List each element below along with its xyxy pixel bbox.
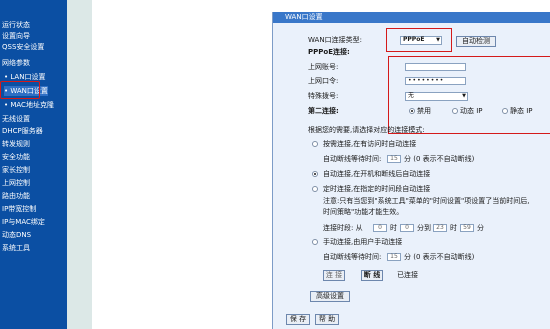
frame-gutter <box>67 0 92 329</box>
sidebar-item-wizard[interactable]: 设置向导 <box>2 31 30 41</box>
manual-connect-radio[interactable] <box>312 239 318 245</box>
second-conn-static-label: 静态 IP <box>510 107 533 115</box>
second-conn-dynamic-label: 动态 IP <box>460 107 483 115</box>
note-line-1: 注意:只有当您到"系统工具"菜单的"时间设置"项设置了当前时间后, <box>323 197 530 205</box>
password-label: 上网口令: <box>308 77 339 85</box>
idle-time-suffix-1: 分 (0 表示不自动断线) <box>404 155 475 163</box>
help-button[interactable]: 帮 助 <box>315 314 339 325</box>
idle-time-input-2[interactable]: 15 <box>387 253 401 261</box>
sidebar: 运行状态 设置向导 QSS安全设置 网络参数 • LAN口设置 • WAN口设置… <box>0 0 67 329</box>
sidebar-item-forwarding[interactable]: 转发规则 <box>2 139 30 149</box>
wan-type-select[interactable]: PPPoE ▼ <box>400 36 442 45</box>
sidebar-item-wireless[interactable]: 无线设置 <box>2 114 30 124</box>
period-from-minute-input[interactable]: 0 <box>400 224 414 232</box>
content-blank-area <box>92 0 272 329</box>
timed-connect-label: 定时连接,在指定的时间段自动连接 <box>323 185 431 193</box>
auto-connect-label: 自动连接,在开机和断线后自动连接 <box>323 170 431 178</box>
wan-type-value: PPPoE <box>403 36 425 43</box>
password-input[interactable]: •••••••• <box>405 77 466 85</box>
sidebar-item-security[interactable]: 安全功能 <box>2 152 30 162</box>
on-demand-radio[interactable] <box>312 141 318 147</box>
disconnect-button[interactable]: 断 线 <box>361 270 383 281</box>
manual-connect-label: 手动连接,由用户手动连接 <box>323 238 403 246</box>
sidebar-item-access-control[interactable]: 上网控制 <box>2 178 30 188</box>
auto-detect-button[interactable]: 自动检测 <box>456 36 496 47</box>
idle-time-input-1[interactable]: 15 <box>387 155 401 163</box>
period-minute-label: 分 <box>477 224 484 232</box>
period-to-label: 分到 <box>417 224 431 232</box>
period-hour-label-1: 时 <box>390 224 397 232</box>
period-from-hour-input[interactable]: 0 <box>373 224 387 232</box>
chevron-down-icon: ▼ <box>436 37 440 43</box>
advanced-settings-button[interactable]: 高级设置 <box>310 291 350 302</box>
idle-time-label-1: 自动断线等待时间: <box>323 155 382 163</box>
idle-time-suffix-2: 分 (0 表示不自动断线) <box>404 253 475 261</box>
panel-title: WAN口设置 <box>273 12 550 23</box>
connection-status: 已连接 <box>397 271 418 279</box>
sidebar-item-dhcp[interactable]: DHCP服务器 <box>2 126 43 136</box>
special-dial-value: 无 <box>408 92 415 99</box>
sidebar-item-status[interactable]: 运行状态 <box>2 20 30 30</box>
idle-time-label-2: 自动断线等待时间: <box>323 253 382 261</box>
sidebar-item-parental[interactable]: 家长控制 <box>2 165 30 175</box>
sidebar-item-network[interactable]: 网络参数 <box>2 58 30 68</box>
wan-settings-panel: WAN口设置 WAN口连接类型: PPPoE ▼ 自动检测 PPPoE连接: 上… <box>272 12 550 329</box>
special-dial-label: 特殊拨号: <box>308 92 339 100</box>
auto-connect-radio[interactable] <box>312 171 318 177</box>
second-conn-label: 第二连接: <box>308 107 339 115</box>
sidebar-item-ip-mac-binding[interactable]: IP与MAC绑定 <box>2 217 45 227</box>
period-hour-label-2: 时 <box>450 224 457 232</box>
period-to-minute-input[interactable]: 59 <box>460 224 474 232</box>
sidebar-item-bandwidth[interactable]: IP带宽控制 <box>2 204 36 214</box>
wan-item-highlight <box>0 81 40 99</box>
second-conn-disable-label: 禁用 <box>417 107 431 115</box>
on-demand-label: 按需连接,在有访问时自动连接 <box>323 140 417 148</box>
special-dial-select[interactable]: 无 ▼ <box>405 92 468 101</box>
timed-connect-radio[interactable] <box>312 186 318 192</box>
account-input[interactable] <box>405 63 466 71</box>
pppoe-heading: PPPoE连接: <box>308 48 350 56</box>
sidebar-item-qss[interactable]: QSS安全设置 <box>2 42 44 52</box>
sidebar-item-routing[interactable]: 路由功能 <box>2 191 30 201</box>
wan-type-label: WAN口连接类型: <box>308 36 362 44</box>
sidebar-item-mac-clone[interactable]: • MAC地址克隆 <box>4 100 54 110</box>
second-conn-static-radio[interactable] <box>502 108 508 114</box>
sidebar-item-ddns[interactable]: 动态DNS <box>2 230 31 240</box>
note-line-2: 时间策略"功能才能生效。 <box>323 208 404 216</box>
connect-button[interactable]: 连 接 <box>323 270 345 281</box>
second-conn-disable-radio[interactable] <box>409 108 415 114</box>
account-label: 上网账号: <box>308 63 339 71</box>
mode-prompt: 根据您的需要,请选择对应的连接模式: <box>308 126 425 134</box>
period-to-hour-input[interactable]: 23 <box>433 224 447 232</box>
period-label: 连接时段: 从 <box>323 224 363 232</box>
second-conn-dynamic-radio[interactable] <box>452 108 458 114</box>
save-button[interactable]: 保 存 <box>286 314 310 325</box>
chevron-down-icon: ▼ <box>462 93 466 99</box>
sidebar-item-system-tools[interactable]: 系统工具 <box>2 243 30 253</box>
